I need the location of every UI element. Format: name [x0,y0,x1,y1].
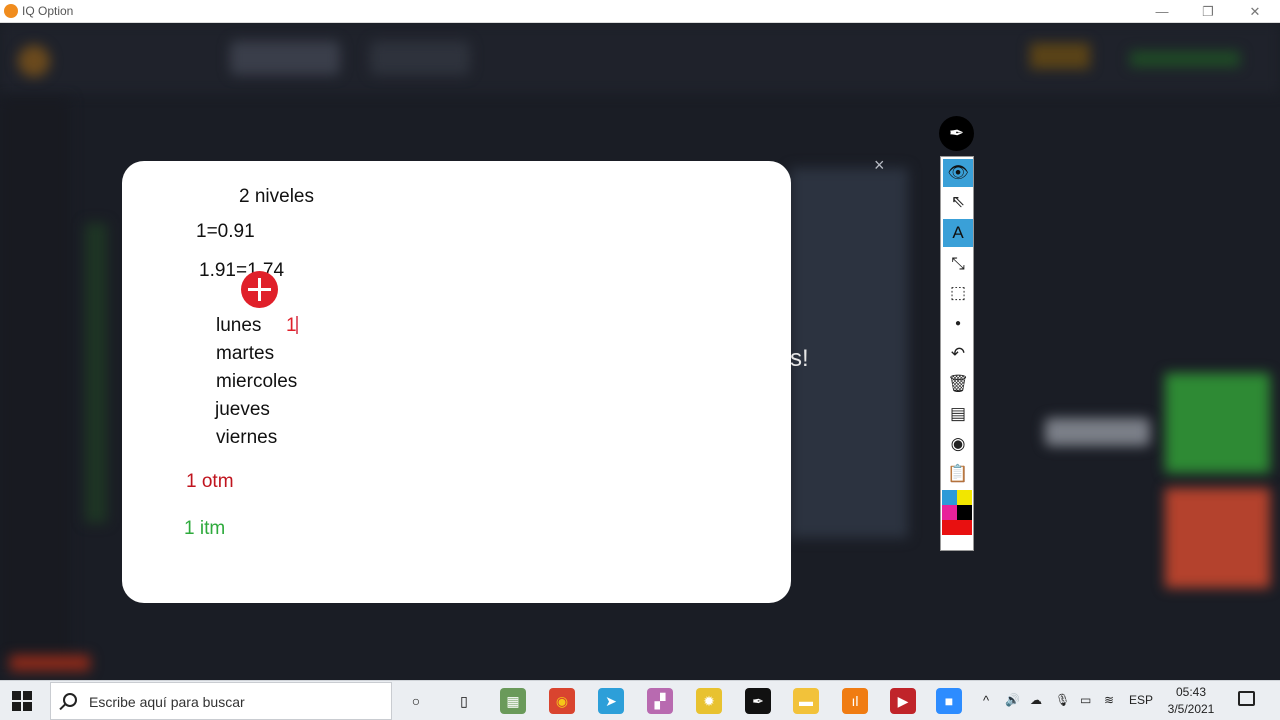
price-chart-area [85,223,107,523]
window-title: IQ Option [22,4,74,18]
otm-note: 1 otm [186,471,234,492]
color-swatch[interactable] [957,490,972,505]
asset-tab [230,41,340,75]
search-placeholder: Escribe aquí para buscar [89,694,245,710]
asset-tab [370,41,470,75]
windows-start-button[interactable] [12,691,32,711]
day-note: jueves [215,399,270,420]
platform-sidebar [0,98,70,658]
chrome-icon[interactable]: ◉ [549,688,575,714]
trash-icon[interactable]: 🗑 [943,370,973,398]
tray-chevron-icon[interactable]: ^ [983,693,989,708]
move-handle-icon[interactable] [241,271,278,308]
dot-icon[interactable]: ● [943,310,973,338]
search-icon [63,693,77,707]
zoom-icon[interactable]: ■ [936,688,962,714]
modal-text-fragment: s! [790,345,809,372]
call-button [1165,373,1270,473]
eye-icon[interactable]: 👁 [943,159,973,187]
camera-icon[interactable]: ◉ [943,430,973,458]
close-button[interactable]: ✕ [1235,2,1275,21]
taskbar-clock[interactable]: 05:43 3/5/2021 [1160,684,1222,718]
windows-taskbar: Escribe aquí para buscar ○ ▯ ▦ ◉ ➤ ▞ ✹ ✒ ▬ ıl ▶ ■ ^… [0,680,1280,720]
eraser-icon[interactable]: ⬚ [943,279,973,307]
board-icon[interactable]: ▤ [943,400,973,428]
deposit-badge [1030,43,1090,69]
color-swatch[interactable] [942,490,957,505]
clock-date: 3/5/2021 [1167,702,1215,716]
color-swatch[interactable] [957,505,972,520]
iq-option-icon[interactable]: ıl [842,688,868,714]
microphone-icon[interactable]: 🎙 [1055,693,1070,707]
iq-option-logo-icon [4,4,18,18]
cortana-icon[interactable]: ○ [403,688,429,714]
settings-app-icon[interactable]: ✹ [696,688,722,714]
pen-nib-icon[interactable]: ✒ [939,116,974,151]
monday-mark-note: 1 [286,315,297,336]
undo-icon[interactable]: ↶ [943,340,973,368]
clock-time: 05:43 [1175,685,1207,699]
clipboard-icon[interactable]: 📋 [943,460,973,488]
wifi-icon[interactable]: ≋ [1104,693,1114,707]
file-explorer-icon[interactable]: ▬ [793,688,819,714]
notification-center-icon[interactable] [1238,691,1255,706]
maximize-button[interactable]: ❐ [1188,2,1228,21]
heading-note: 2 niveles [239,186,314,207]
pen-app-icon[interactable]: ✒ [745,688,771,714]
put-button [1165,488,1270,588]
annotation-toolbar: 👁 ⇖ A ⤡ ⬚ ● ↶ 🗑 ▤ ◉ 📋 [940,156,974,551]
photos-app-icon[interactable]: ▦ [500,688,526,714]
modal-close-icon[interactable]: × [874,155,885,176]
day-note: viernes [216,427,278,448]
maps-app-icon[interactable]: ▞ [647,688,673,714]
media-app-icon[interactable]: ▶ [890,688,916,714]
day-note: lunes [216,315,262,336]
language-indicator[interactable]: ESP [1129,693,1153,707]
text-tool-icon[interactable]: A [943,219,973,247]
battery-icon[interactable]: ▭ [1080,693,1091,707]
telegram-icon[interactable]: ➤ [598,688,624,714]
promo-badge [10,655,90,671]
day-note: miercoles [216,371,298,392]
color-swatch[interactable] [957,520,972,535]
task-view-icon[interactable]: ▯ [451,688,477,714]
volume-icon[interactable]: 🔊 [1005,693,1020,707]
minimize-button[interactable]: — [1142,2,1182,21]
text-caret [296,316,298,334]
cursor-icon[interactable]: ⇖ [943,188,973,216]
network-cloud-icon[interactable]: ☁ [1030,693,1042,707]
taskbar-search-box[interactable]: Escribe aquí para buscar [50,682,392,720]
level-one-note: 1=0.91 [196,221,255,242]
itm-note: 1 itm [184,518,226,539]
amount-selector [1045,418,1150,446]
balance-display [1130,51,1240,67]
platform-logo-icon [18,45,50,77]
arrow-tool-icon[interactable]: ⤡ [943,250,973,278]
day-note: martes [216,343,275,364]
color-swatch[interactable] [942,505,957,520]
window-titlebar: IQ Option — ❐ ✕ [0,0,1280,23]
color-swatch[interactable] [942,520,957,535]
